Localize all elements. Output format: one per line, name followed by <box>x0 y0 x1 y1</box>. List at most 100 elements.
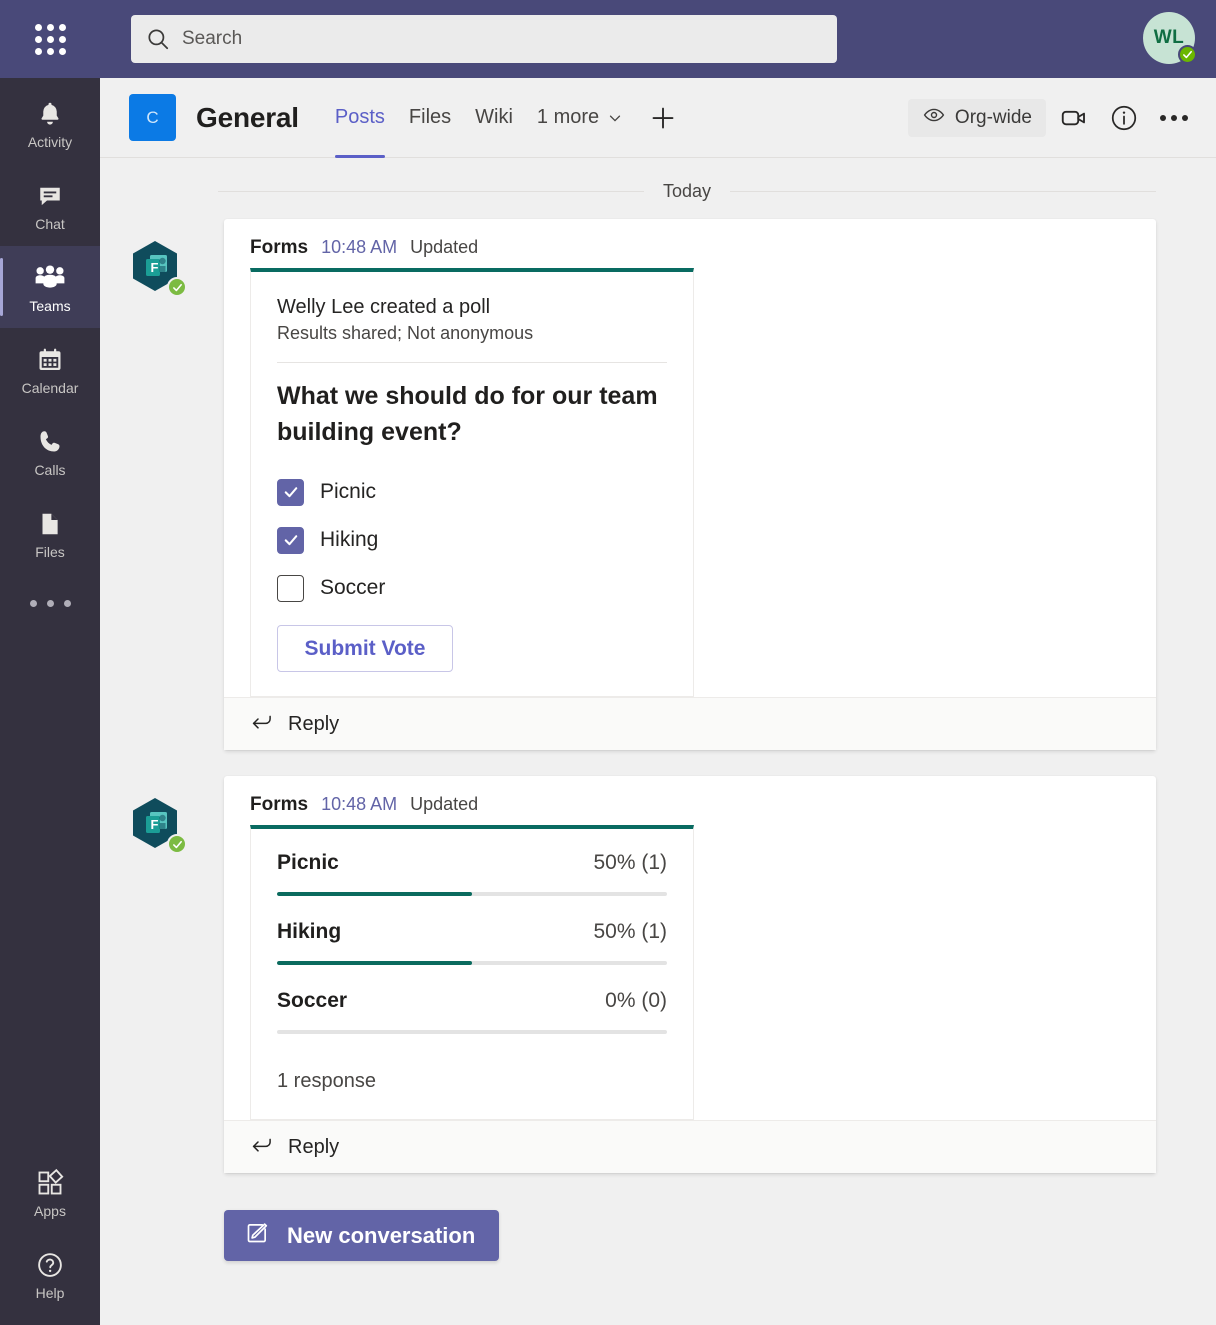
tab-files[interactable]: Files <box>397 78 463 158</box>
response-count: 1 response <box>277 1070 376 1092</box>
sidebar-item-label: Teams <box>29 297 71 314</box>
org-wide-badge[interactable]: Org-wide <box>907 98 1046 137</box>
message-timestamp: 10:48 AM <box>321 794 398 814</box>
left-nav-rail: Activity Chat Teams Calendar Calls Files… <box>0 78 100 1325</box>
channel-tabs: Posts Files Wiki 1 more <box>323 78 690 158</box>
tab-wiki[interactable]: Wiki <box>463 78 525 158</box>
svg-text:F: F <box>151 817 159 832</box>
reply-arrow-icon <box>250 710 274 739</box>
result-label: Soccer <box>277 989 348 1012</box>
divider-line-left <box>218 191 644 192</box>
bell-icon <box>35 98 65 130</box>
sidebar-item-calendar[interactable]: Calendar <box>0 328 100 410</box>
more-apps-icon[interactable] <box>0 574 100 632</box>
tab-label: Posts <box>334 106 385 128</box>
poll-options: Picnic Hiking Soccer <box>277 468 667 612</box>
message-body: Forms 10:48 AM Updated Picnic 50% (1) Hi… <box>224 776 1156 1120</box>
poll-settings-line: Results shared; Not anonymous <box>277 323 534 343</box>
poll-results-body: Picnic 50% (1) Hiking 50% (1) Soccer 0% … <box>251 829 693 1119</box>
result-progress-bar <box>277 1030 667 1034</box>
meet-now-icon[interactable] <box>1052 96 1096 140</box>
sidebar-item-label: Chat <box>35 215 65 232</box>
message-card: Forms 10:48 AM Updated Welly Lee created… <box>224 219 1156 750</box>
sidebar-item-calls[interactable]: Calls <box>0 410 100 492</box>
sidebar-item-help[interactable]: Help <box>0 1233 100 1315</box>
sidebar-item-label: Calendar <box>21 379 79 396</box>
sidebar-item-apps[interactable]: Apps <box>0 1151 100 1233</box>
teams-icon <box>34 262 66 294</box>
day-divider: Today <box>100 158 1216 202</box>
result-progress-bar <box>277 961 667 965</box>
result-label: Hiking <box>277 920 342 943</box>
result-value: 0% (0) <box>605 989 667 1012</box>
reply-button[interactable]: Reply <box>224 697 1156 750</box>
sidebar-item-label: Calls <box>34 461 66 478</box>
poll-option-picnic[interactable]: Picnic <box>277 468 667 516</box>
checkbox-unchecked-icon[interactable] <box>277 574 304 602</box>
reply-arrow-icon <box>250 1133 274 1162</box>
verified-badge-icon <box>167 834 187 854</box>
result-progress-fill <box>277 892 472 896</box>
conversation-feed: Today F Forms 10:48 AM Updated Welly Lee… <box>100 158 1216 1325</box>
tab-label: 1 more <box>536 106 600 128</box>
rail-bottom-group: Apps Help <box>0 1151 100 1325</box>
calendar-icon <box>35 344 65 376</box>
sidebar-item-teams[interactable]: Teams <box>0 246 100 328</box>
message-body: Forms 10:48 AM Updated Welly Lee created… <box>224 219 1156 697</box>
add-tab-button[interactable] <box>636 78 690 158</box>
channel-header-actions: Org-wide <box>907 96 1196 140</box>
org-wide-label: Org-wide <box>954 106 1032 128</box>
teams-app-window: WL Activity <box>0 0 1216 1325</box>
eye-icon <box>922 103 946 133</box>
submit-vote-button[interactable]: Submit Vote <box>277 625 453 672</box>
result-progress-bar <box>277 892 667 896</box>
reply-label: Reply <box>288 712 340 735</box>
poll-option-hiking[interactable]: Hiking <box>277 516 667 564</box>
sidebar-item-label: Apps <box>34 1202 66 1219</box>
poll-creator-line: Welly Lee created a poll <box>277 296 491 318</box>
svg-text:F: F <box>151 260 159 275</box>
phone-icon <box>35 426 65 458</box>
result-label: Picnic <box>277 851 339 874</box>
chat-icon <box>35 180 65 212</box>
message-block: F Forms 10:48 AM <box>133 219 1156 750</box>
main-content: C General Posts Files Wiki 1 more Org-wi… <box>100 78 1216 1325</box>
search-box[interactable] <box>131 15 837 63</box>
team-avatar: C <box>129 94 176 141</box>
compose-icon <box>244 1219 271 1252</box>
new-conversation-button[interactable]: New conversation <box>224 1210 500 1261</box>
message-meta: Forms 10:48 AM Updated <box>250 237 1132 268</box>
reply-label: Reply <box>288 1135 340 1158</box>
result-row: Picnic 50% (1) <box>277 851 667 896</box>
message-edited-label: Updated <box>410 237 479 257</box>
file-icon <box>35 508 65 540</box>
sidebar-item-chat[interactable]: Chat <box>0 164 100 246</box>
message-edited-label: Updated <box>410 794 479 814</box>
search-input[interactable] <box>182 28 823 50</box>
tab-posts[interactable]: Posts <box>323 78 397 158</box>
help-icon <box>35 1249 65 1281</box>
search-icon <box>145 26 171 52</box>
sidebar-item-activity[interactable]: Activity <box>0 82 100 164</box>
sidebar-item-label: Files <box>35 543 65 560</box>
message-card: Forms 10:48 AM Updated Picnic 50% (1) Hi… <box>224 776 1156 1173</box>
top-bar: WL <box>0 0 1216 78</box>
reply-button[interactable]: Reply <box>224 1120 1156 1173</box>
sidebar-item-label: Help <box>35 1284 65 1301</box>
result-value: 50% (1) <box>593 851 667 874</box>
tab-label: Files <box>408 106 452 128</box>
app-launcher-icon[interactable] <box>0 0 100 78</box>
divider <box>277 362 667 363</box>
poll-question: What we should do for our team building … <box>277 382 658 446</box>
sidebar-item-files[interactable]: Files <box>0 492 100 574</box>
message-timestamp: 10:48 AM <box>321 237 398 257</box>
tab-more[interactable]: 1 more <box>525 78 636 158</box>
more-options-icon[interactable] <box>1152 96 1196 140</box>
checkbox-checked-icon[interactable] <box>277 526 304 554</box>
channel-info-icon[interactable] <box>1102 96 1146 140</box>
presence-available-icon <box>1178 45 1197 64</box>
poll-option-label: Soccer <box>320 576 386 599</box>
avatar[interactable]: WL <box>1143 12 1197 64</box>
poll-option-soccer[interactable]: Soccer <box>277 564 667 612</box>
checkbox-checked-icon[interactable] <box>277 478 304 506</box>
